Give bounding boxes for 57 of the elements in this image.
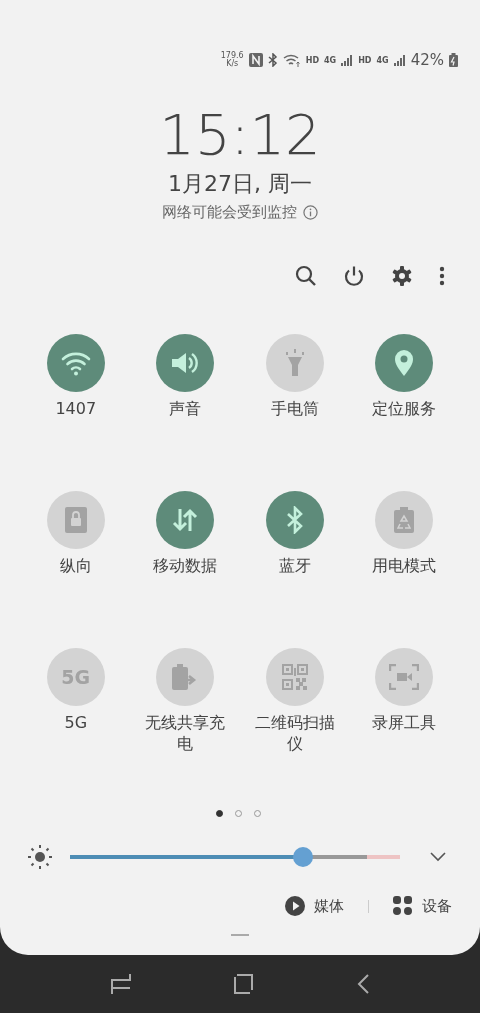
slider-thumb[interactable] xyxy=(292,847,313,867)
nfc-icon xyxy=(248,53,263,67)
battery-icon xyxy=(449,53,458,67)
page-indicator[interactable] xyxy=(215,809,223,817)
tile-label: 蓝牙 xyxy=(277,555,312,576)
sound-toggle[interactable] xyxy=(156,334,215,392)
back-icon[interactable] xyxy=(355,973,370,995)
qr-code-icon xyxy=(281,664,308,690)
clock-time: 15:12 xyxy=(159,102,321,168)
power-icon[interactable] xyxy=(343,265,365,287)
bluetooth-toggle[interactable] xyxy=(265,491,324,549)
battery-percent: 42% xyxy=(410,51,444,69)
screen-record-icon xyxy=(389,664,420,690)
devices-button[interactable]: 设备 xyxy=(393,896,452,916)
monitoring-notice: 网络可能会受到监控 xyxy=(162,202,297,222)
wifi-icon xyxy=(60,350,91,376)
lock-icon xyxy=(64,507,87,533)
tile-label: 声音 xyxy=(168,398,203,419)
tile-label: 二维码扫描仪 xyxy=(253,712,336,754)
tile-label: 定位服务 xyxy=(371,398,438,419)
tile-label: 5G xyxy=(63,712,89,733)
date-text: 1月27日, 周一 xyxy=(168,170,312,198)
location-toggle[interactable] xyxy=(375,334,434,392)
devices-icon xyxy=(393,896,413,916)
network-speed: 179.6 K/s xyxy=(220,52,244,68)
battery-recycle-icon xyxy=(394,507,415,533)
tile-label: 用电模式 xyxy=(371,555,438,576)
more-icon[interactable] xyxy=(439,265,445,287)
signal-icon xyxy=(341,54,354,66)
tile-label: 纵向 xyxy=(58,555,93,576)
wifi-toggle[interactable] xyxy=(46,334,105,392)
bluetooth-icon xyxy=(285,506,304,534)
play-icon xyxy=(285,896,305,916)
recents-icon[interactable] xyxy=(110,972,133,996)
hd-label: HD xyxy=(358,55,372,65)
tile-label: 移动数据 xyxy=(152,555,219,576)
tile-label: 录屏工具 xyxy=(371,712,438,733)
home-icon[interactable] xyxy=(233,973,255,995)
location-pin-icon xyxy=(393,349,416,377)
speaker-icon xyxy=(170,350,201,376)
info-icon[interactable] xyxy=(303,204,318,220)
network-type: 4G xyxy=(376,55,389,65)
tile-label: 手电筒 xyxy=(269,398,320,419)
network-type: 4G xyxy=(324,55,337,65)
settings-icon[interactable] xyxy=(391,265,413,287)
media-button[interactable]: 媒体 xyxy=(285,896,344,916)
signal-icon xyxy=(393,54,406,66)
bluetooth-icon xyxy=(267,53,278,67)
wifi-icon xyxy=(282,53,301,67)
tile-label: 无线共享充电 xyxy=(144,712,227,754)
expand-icon[interactable] xyxy=(430,852,446,862)
brightness-icon xyxy=(27,844,53,870)
data-toggle[interactable] xyxy=(156,491,215,549)
tile-label: 1407 xyxy=(54,398,98,419)
up-down-arrows-icon xyxy=(171,507,200,533)
search-icon[interactable] xyxy=(295,265,317,287)
hd-label: HD xyxy=(305,55,320,65)
